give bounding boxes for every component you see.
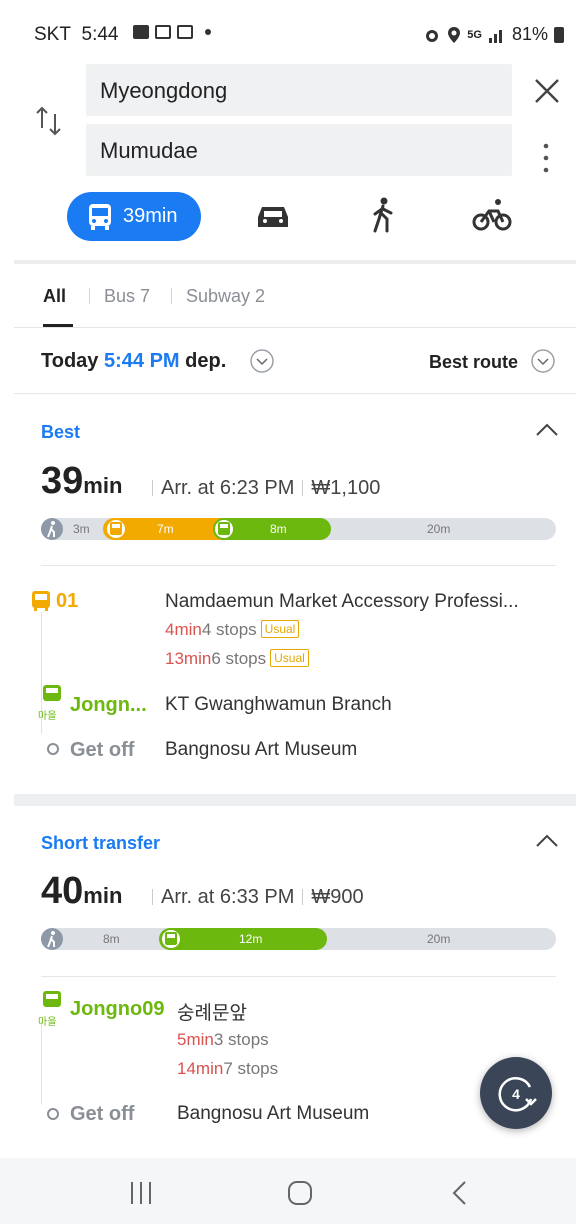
tab-bus[interactable]: Bus 7 bbox=[104, 286, 150, 307]
get-off-label: Get off bbox=[70, 739, 135, 761]
filter-tabs: All Bus 7 Subway 2 bbox=[14, 266, 576, 328]
departure-time-selector[interactable]: Today 5:44 PM dep. bbox=[41, 350, 226, 373]
divider bbox=[14, 327, 576, 328]
bus-icon bbox=[213, 518, 235, 540]
destination-field[interactable]: Mumudae bbox=[86, 124, 512, 176]
chevron-down-icon[interactable] bbox=[531, 349, 555, 373]
bus-route-number[interactable]: 01 bbox=[56, 590, 78, 613]
bus-icon bbox=[89, 203, 111, 230]
route-duration: 40min bbox=[41, 870, 123, 912]
alarm-icon bbox=[426, 29, 439, 42]
location-icon bbox=[448, 26, 461, 43]
swap-direction-icon[interactable] bbox=[34, 104, 64, 138]
bus-icon bbox=[32, 591, 50, 611]
route-section-title: Short transfer bbox=[41, 833, 161, 853]
close-icon[interactable] bbox=[533, 77, 561, 105]
back-icon[interactable] bbox=[450, 1180, 470, 1206]
walk-minutes: 8m bbox=[103, 932, 120, 946]
system-nav-bar bbox=[0, 1158, 576, 1224]
arrival-info: 14min7 stops bbox=[177, 1059, 279, 1078]
notification-icons bbox=[133, 25, 211, 39]
usual-badge: Usual bbox=[270, 649, 309, 667]
route-timeline-bar: 3m 7m 8m 20m bbox=[41, 518, 556, 540]
sort-selector[interactable]: Best route bbox=[429, 352, 518, 373]
village-bus-badge: 마을 bbox=[38, 711, 57, 722]
transfer-stop[interactable]: KT Gwanghwamun Branch bbox=[165, 694, 392, 716]
route-section-title: Best bbox=[41, 422, 81, 442]
calendar-notification-icon bbox=[155, 25, 171, 39]
chevron-up-icon[interactable] bbox=[534, 833, 560, 849]
home-icon[interactable] bbox=[287, 1180, 313, 1206]
mode-walk-tab[interactable] bbox=[371, 197, 395, 233]
boarding-stop[interactable]: 숭례문앞 bbox=[177, 998, 247, 1025]
route-meta: Arr. at 6:23 PM ₩1,100 bbox=[144, 477, 380, 500]
get-off-label: Get off bbox=[70, 1103, 135, 1125]
more-options-icon[interactable] bbox=[541, 141, 551, 175]
tab-separator bbox=[171, 288, 172, 304]
recent-apps-icon[interactable] bbox=[129, 1180, 153, 1206]
network-label: 5G bbox=[467, 28, 482, 41]
boarding-stop[interactable]: Namdaemun Market Accessory Professi... bbox=[165, 591, 519, 613]
route-meta: Arr. at 6:33 PM ₩900 bbox=[144, 886, 364, 909]
status-bar: SKT 5:44 5G 81% bbox=[0, 0, 576, 56]
origin-field[interactable]: Myeongdong bbox=[86, 64, 512, 116]
divider bbox=[41, 976, 556, 977]
mode-car-tab[interactable] bbox=[256, 203, 290, 231]
arrival-info: 5min3 stops bbox=[177, 1030, 269, 1049]
remaining-minutes: 20m bbox=[427, 522, 451, 536]
bus-route-number[interactable]: Jongn... bbox=[70, 694, 147, 717]
signal-icon bbox=[488, 29, 502, 43]
mode-bike-tab[interactable] bbox=[472, 197, 512, 231]
transit-duration: 39min bbox=[123, 205, 178, 227]
tab-subway[interactable]: Subway 2 bbox=[186, 286, 265, 307]
bus-minutes: 7m bbox=[157, 522, 174, 536]
remaining-minutes: 20m bbox=[427, 932, 451, 946]
usual-badge: Usual bbox=[260, 620, 300, 638]
refresh-count: 4 bbox=[512, 1086, 520, 1102]
bus-icon bbox=[43, 991, 61, 1007]
route-timeline-bar: 8m 12m 20m bbox=[41, 928, 556, 950]
refresh-icon: 4 bbox=[498, 1077, 537, 1112]
get-off-stop[interactable]: Bangnosu Art Museum bbox=[177, 1103, 369, 1125]
status-carrier-time: SKT 5:44 bbox=[34, 24, 119, 45]
section-divider bbox=[14, 794, 576, 806]
route-duration: 39min bbox=[41, 460, 123, 502]
destination-marker-icon bbox=[47, 1108, 59, 1120]
refresh-routes-button[interactable]: 4 bbox=[480, 1057, 552, 1129]
bus-minutes: 12m bbox=[239, 932, 263, 946]
village-bus-badge: 마을 bbox=[38, 1017, 57, 1028]
mode-transit-tab[interactable]: 39min bbox=[67, 192, 201, 241]
tab-all[interactable]: All bbox=[43, 286, 66, 307]
route-line bbox=[41, 1022, 42, 1104]
destination-marker-icon bbox=[47, 743, 59, 755]
walk-icon bbox=[41, 928, 63, 950]
chevron-down-icon[interactable] bbox=[250, 349, 274, 373]
more-notifications-dot-icon bbox=[205, 29, 211, 35]
divider bbox=[41, 565, 556, 566]
message-notification-icon bbox=[177, 25, 193, 39]
tab-separator bbox=[89, 288, 90, 304]
bus-icon bbox=[105, 518, 127, 540]
walk-icon bbox=[41, 518, 63, 540]
gallery-notification-icon bbox=[133, 25, 149, 39]
status-right: 5G 81% bbox=[423, 24, 564, 45]
chevron-up-icon[interactable] bbox=[534, 422, 560, 438]
bus-icon bbox=[43, 685, 61, 701]
divider bbox=[14, 393, 576, 394]
walk-minutes: 3m bbox=[73, 522, 90, 536]
section-divider bbox=[14, 260, 576, 264]
bus-minutes: 8m bbox=[270, 522, 287, 536]
arrival-info: 4min4 stops Usual bbox=[165, 620, 300, 640]
battery-percent: 81% bbox=[511, 24, 548, 44]
arrival-info: 13min6 stops Usual bbox=[165, 649, 309, 669]
bus-route-number[interactable]: Jongno09 bbox=[70, 998, 164, 1021]
battery-icon bbox=[554, 26, 564, 43]
get-off-stop[interactable]: Bangnosu Art Museum bbox=[165, 739, 357, 761]
bus-icon bbox=[160, 928, 182, 950]
